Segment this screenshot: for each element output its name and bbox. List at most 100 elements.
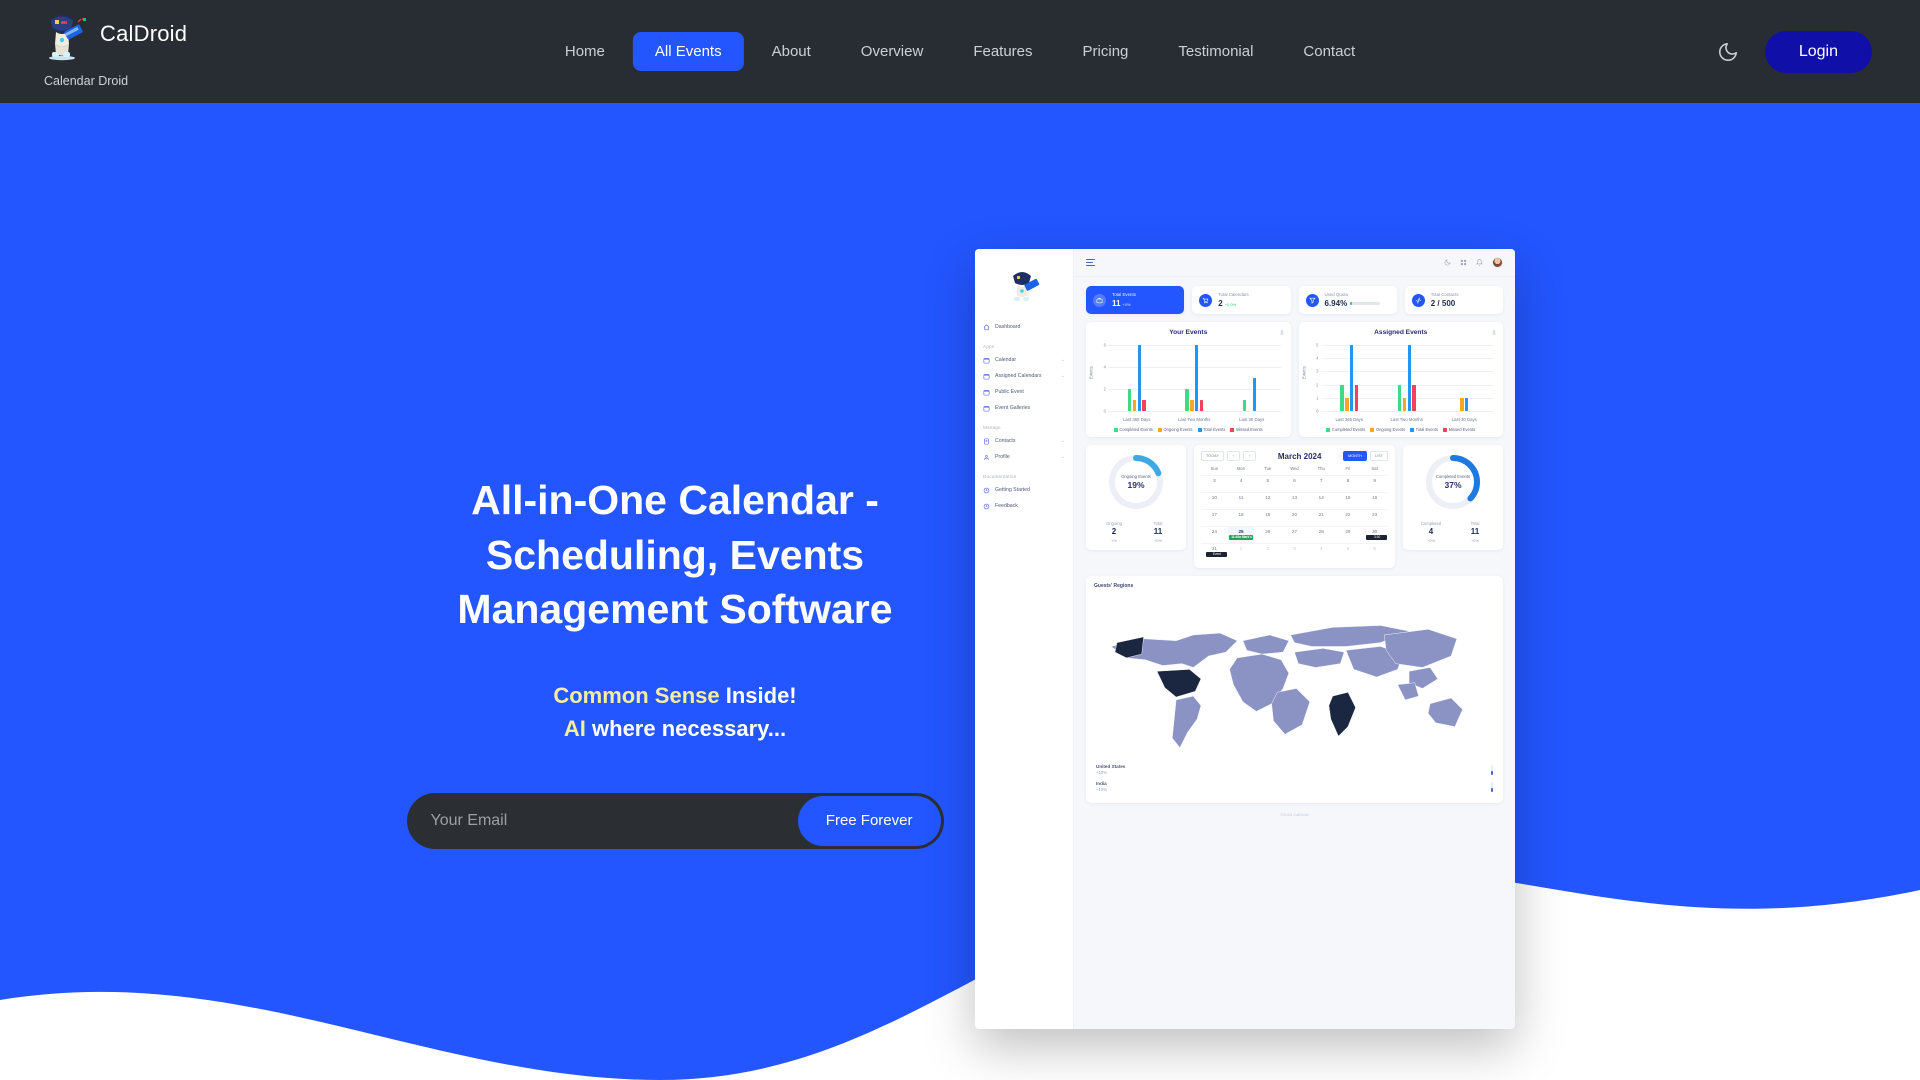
calendar-event-chip[interactable]: 11:40a Mark's	[1228, 535, 1254, 540]
sidebar-item-public-event[interactable]: Public Event	[975, 384, 1073, 400]
calendar-day-cell[interactable]: 1	[1227, 543, 1255, 560]
calendar-day-cell[interactable]: 25 11:40a Mark's	[1227, 526, 1255, 543]
calendar-dow: Sun	[1210, 466, 1219, 471]
map-region-india	[1328, 691, 1356, 737]
calendar-day-cell[interactable]: 14	[1307, 492, 1335, 509]
sidebar-item-label: Event Galleries	[995, 405, 1031, 411]
region-name: United States	[1096, 764, 1126, 769]
regions-list: United States +10% India +10%	[1094, 761, 1495, 795]
page-title: All-in-One Calendar - Scheduling, Events…	[457, 477, 893, 633]
calendar-prev-button[interactable]: ‹	[1226, 451, 1240, 461]
charts-row: Your Events Events 0 2 4 6 Last 365 Days Last T…	[1074, 314, 1515, 437]
calendar-event-chip[interactable]: 3:30	[1366, 535, 1387, 540]
bar	[1407, 345, 1411, 411]
moon-icon[interactable]	[1444, 259, 1451, 266]
calendar-day-cell[interactable]: 24	[1201, 526, 1228, 543]
guests-regions-title: Guests' Regions	[1094, 583, 1134, 589]
calendar-day-cell[interactable]: 17	[1201, 509, 1228, 526]
calendar-day-cell[interactable]: 30 3:30	[1361, 526, 1388, 543]
calendar-day-cell[interactable]: 4	[1307, 543, 1335, 560]
stat-card-total-events[interactable]: Total Events 11 +0%	[1086, 286, 1185, 314]
region-name: India	[1096, 781, 1107, 786]
nav-link-about[interactable]: About	[750, 32, 833, 71]
sidebar-item-contacts[interactable]: Contacts ⌄	[975, 433, 1073, 449]
calendar-day-cell[interactable]: 4	[1227, 475, 1255, 492]
download-icon[interactable]	[1491, 329, 1497, 335]
calendar-month-button[interactable]: MONTH	[1343, 451, 1367, 461]
nav-link-all-events[interactable]: All Events	[632, 32, 744, 71]
moon-icon[interactable]	[1717, 41, 1739, 63]
nav-link-contact[interactable]: Contact	[1281, 32, 1377, 71]
calendar-day-cell[interactable]: 31 Event	[1201, 543, 1228, 560]
brand[interactable]: CalDroid Calendar Droid	[38, 6, 298, 88]
calendar-day-cell[interactable]: 19	[1254, 509, 1282, 526]
calendar-day-cell[interactable]: 2	[1254, 543, 1282, 560]
sidebar-item-calendar[interactable]: Calendar ⌄	[975, 352, 1073, 368]
calendar-day-cell[interactable]: 7	[1307, 475, 1335, 492]
arrow-up-icon[interactable]	[1840, 992, 1866, 1018]
download-icon[interactable]	[1279, 329, 1285, 335]
calendar-day-cell[interactable]: 5	[1334, 543, 1362, 560]
sidebar-item-dashboard[interactable]: Dashboard	[975, 319, 1073, 335]
calendar-day-cell[interactable]: 29	[1334, 526, 1362, 543]
chart-legend: Completed Events Ongoing Events Total Even…	[1305, 427, 1498, 432]
calendar-day-cell[interactable]: 10	[1201, 492, 1228, 509]
nav-link-features[interactable]: Features	[951, 32, 1054, 71]
calendar-day-cell[interactable]: 23	[1361, 509, 1388, 526]
calendar-day-cell[interactable]: 27	[1281, 526, 1308, 543]
calendar-day-cell[interactable]: 12	[1254, 492, 1282, 509]
sidebar-item-feedback[interactable]: Feedback	[975, 498, 1073, 514]
calendar-day-cell[interactable]: 18	[1227, 509, 1255, 526]
calendar-next-button[interactable]: ›	[1243, 451, 1257, 461]
sidebar-item-getting-started[interactable]: Getting Started	[975, 482, 1073, 498]
sidebar-group-apps: Apps	[983, 344, 995, 349]
calendar-day-cell[interactable]: 9	[1361, 475, 1388, 492]
donut-stat-left: Ongoing 2 +%	[1106, 521, 1122, 543]
calendar-day-cell[interactable]: 26	[1254, 526, 1282, 543]
stat-card-total-calendars[interactable]: Total Calendars 2 +0.0%	[1192, 286, 1291, 314]
hero-sub-rest-1: Inside!	[719, 682, 797, 708]
hamburger-icon[interactable]	[1086, 258, 1095, 267]
calendar-day-cell[interactable]: 3	[1281, 543, 1308, 560]
sidebar-item-event-galleries[interactable]: Event Galleries	[975, 400, 1073, 416]
nav-link-home[interactable]: Home	[543, 32, 627, 71]
calendar-day-cell[interactable]: 21	[1307, 509, 1335, 526]
bar	[1199, 400, 1204, 411]
home-icon	[983, 323, 990, 331]
calendar-list-button[interactable]: LIST	[1369, 451, 1388, 461]
stat-card-delta: +0.0%	[1224, 302, 1237, 307]
sidebar-item-assigned-calendars[interactable]: Assigned Calendars ⌄	[975, 368, 1073, 384]
donut-stat-right: Total 11 +0%	[1153, 521, 1163, 543]
nav-link-testimonial[interactable]: Testimonial	[1156, 32, 1275, 71]
calendar-day-cell[interactable]: 6	[1361, 543, 1388, 560]
calendar-day-cell[interactable]: 5	[1254, 475, 1282, 492]
topbar-icons	[1444, 257, 1503, 268]
calendar-day-cell[interactable]: 6	[1281, 475, 1308, 492]
calendar-day-cell[interactable]: 3	[1201, 475, 1228, 492]
calendar-event-chip[interactable]: Event	[1206, 552, 1227, 557]
free-forever-button[interactable]: Free Forever	[797, 795, 941, 846]
calendar-today-button[interactable]: TODAY	[1201, 451, 1224, 461]
grid-icon[interactable]	[1460, 259, 1467, 266]
donut-chart: Ongoing Events 19%	[1107, 453, 1165, 511]
calendar-day-cell[interactable]: 28	[1307, 526, 1335, 543]
calendar-day-cell[interactable]: 16	[1361, 492, 1388, 509]
user-avatar[interactable]	[1492, 257, 1503, 268]
region-row: India +10%	[1094, 778, 1495, 795]
stat-card-used-quota[interactable]: Used Quota 6.94%	[1298, 286, 1397, 314]
nav-link-overview[interactable]: Overview	[839, 32, 946, 71]
stat-cards-row: Total Events 11 +0% Total Calendars 2 +0.0% Us…	[1074, 277, 1515, 314]
stat-card-value: 11 +0%	[1112, 299, 1131, 308]
calendar-day-cell[interactable]: 20	[1281, 509, 1308, 526]
calendar-day-cell[interactable]: 22	[1334, 509, 1362, 526]
bell-icon[interactable]	[1476, 259, 1483, 266]
calendar-day-cell[interactable]: 13	[1281, 492, 1308, 509]
calendar-day-cell[interactable]: 15	[1334, 492, 1362, 509]
calendar-day-cell[interactable]: 8	[1334, 475, 1362, 492]
stat-card-total-contacts[interactable]: Total Contacts 2 / 500	[1404, 286, 1503, 314]
x-tick-label: Last 365 Days	[1335, 417, 1363, 422]
nav-link-pricing[interactable]: Pricing	[1061, 32, 1151, 71]
sidebar-item-profile[interactable]: Profile ⌄	[975, 449, 1073, 465]
calendar-day-cell[interactable]: 11	[1227, 492, 1255, 509]
login-button[interactable]: Login	[1764, 30, 1872, 73]
